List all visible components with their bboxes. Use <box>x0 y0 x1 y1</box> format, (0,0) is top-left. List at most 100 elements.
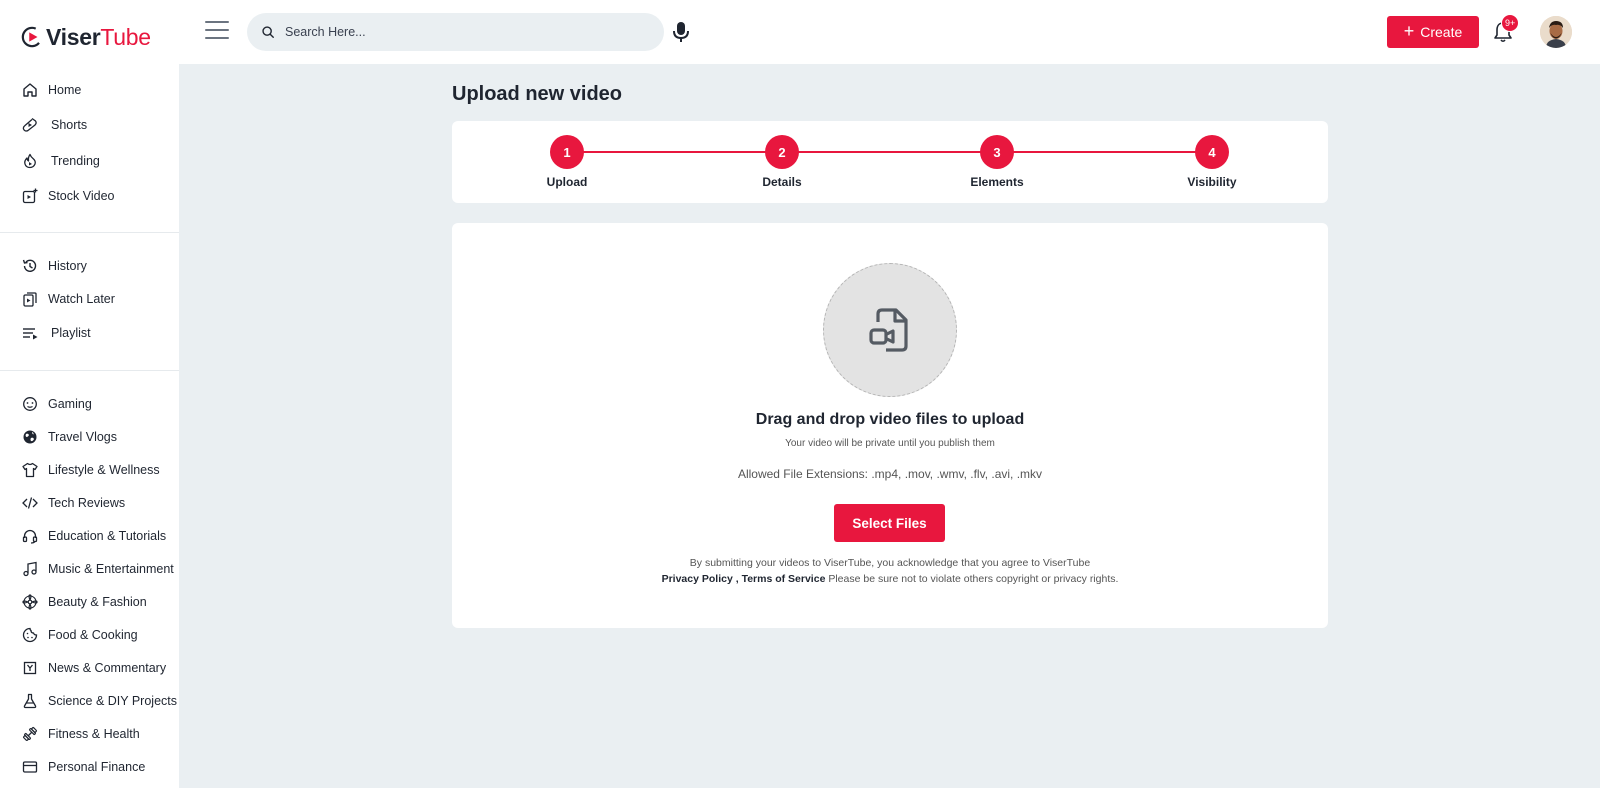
legal-notice-line2: Privacy Policy , Terms of Service Please… <box>452 573 1328 585</box>
privacy-policy-link[interactable]: Privacy Policy <box>662 573 733 585</box>
sidebar-item-label: Watch Later <box>48 292 115 306</box>
cookie-icon <box>22 627 38 643</box>
sidebar-item-watch-later[interactable]: Watch Later <box>0 284 179 314</box>
sidebar: Home Shorts Trending Stock Video History… <box>0 64 179 788</box>
music-icon <box>22 561 38 577</box>
sidebar-item-stock-video[interactable]: Stock Video <box>0 181 179 211</box>
flask-icon <box>22 693 38 709</box>
create-button-label: Create <box>1420 24 1463 40</box>
avatar-image <box>1540 16 1572 48</box>
top-header: ViserTube + Create 9+ <box>0 0 1600 64</box>
user-avatar[interactable] <box>1540 16 1572 48</box>
sidebar-item-fitness-health[interactable]: Fitness & Health <box>0 719 179 749</box>
menu-toggle-icon[interactable] <box>205 21 229 43</box>
sidebar-item-label: Tech Reviews <box>48 496 126 510</box>
sidebar-divider <box>0 370 179 371</box>
step-2-label: Details <box>762 175 802 189</box>
globe-icon <box>22 429 38 445</box>
terms-of-service-link[interactable]: Terms of Service <box>742 573 826 585</box>
sidebar-item-lifestyle-wellness[interactable]: Lifestyle & Wellness <box>0 455 179 485</box>
sidebar-item-science-diy[interactable]: Science & DIY Projects <box>0 686 179 716</box>
step-3-circle[interactable]: 3 <box>980 135 1014 169</box>
step-2-circle[interactable]: 2 <box>765 135 799 169</box>
sidebar-item-label: Gaming <box>48 397 92 411</box>
flower-icon <box>22 594 38 610</box>
plus-icon: + <box>1403 21 1415 41</box>
sidebar-item-home[interactable]: Home <box>0 75 179 105</box>
logo-text-tube: Tube <box>100 23 151 50</box>
sidebar-item-label: Education & Tutorials <box>48 529 167 543</box>
step-3-label: Elements <box>970 175 1024 189</box>
upload-card: Drag and drop video files to upload Your… <box>452 223 1328 628</box>
watch-later-icon <box>22 291 38 307</box>
headset-icon <box>22 528 38 544</box>
playlist-icon <box>22 325 38 341</box>
search-input[interactable] <box>285 25 645 39</box>
sidebar-item-label: Personal Finance <box>48 760 146 774</box>
shorts-icon <box>22 117 38 133</box>
sidebar-item-beauty-fashion[interactable]: Beauty & Fashion <box>0 587 179 617</box>
code-icon <box>22 495 38 511</box>
sidebar-item-history[interactable]: History <box>0 251 179 281</box>
sidebar-item-shorts[interactable]: Shorts <box>0 110 179 140</box>
sidebar-item-label: Shorts <box>51 118 88 132</box>
gaming-icon <box>22 396 38 412</box>
step-4-circle[interactable]: 4 <box>1195 135 1229 169</box>
sidebar-item-label: Science & DIY Projects <box>48 694 177 708</box>
drop-zone[interactable] <box>823 263 957 397</box>
select-files-button[interactable]: Select Files <box>834 504 945 542</box>
allowed-extensions: Allowed File Extensions: .mp4, .mov, .wm… <box>737 467 1043 481</box>
page-title: Upload new video <box>452 83 623 105</box>
step-4-label: Visibility <box>1187 175 1237 189</box>
sidebar-item-label: History <box>48 259 87 273</box>
sidebar-item-food-cooking[interactable]: Food & Cooking <box>0 620 179 650</box>
sidebar-item-label: Trending <box>51 154 100 168</box>
search-icon <box>262 26 274 38</box>
sidebar-item-playlist[interactable]: Playlist <box>0 318 179 348</box>
shirt-icon <box>22 462 38 478</box>
step-1-label: Upload <box>546 175 588 189</box>
stepper-progress-line <box>569 151 1214 153</box>
legal-notice-line1: By submitting your videos to ViserTube, … <box>689 557 1091 569</box>
stock-video-icon <box>22 188 38 204</box>
sidebar-item-personal-finance[interactable]: Personal Finance <box>0 752 179 782</box>
sidebar-item-label: Home <box>48 83 82 97</box>
sidebar-item-news-commentary[interactable]: News & Commentary <box>0 653 179 683</box>
dumbbell-icon <box>22 726 38 742</box>
upload-subtitle: Your video will be private until you pub… <box>785 438 995 449</box>
sidebar-item-travel-vlogs[interactable]: Travel Vlogs <box>0 422 179 452</box>
legal-separator: , <box>735 573 739 585</box>
sidebar-item-label: Food & Cooking <box>48 628 138 642</box>
home-icon <box>22 82 38 98</box>
upload-stepper: 1 Upload 2 Details 3 Elements 4 Visibili… <box>452 121 1328 203</box>
logo-text-viser: Viser <box>46 23 101 50</box>
sidebar-item-education-tutorials[interactable]: Education & Tutorials <box>0 521 179 551</box>
sidebar-item-label: Beauty & Fashion <box>48 595 147 609</box>
sidebar-item-gaming[interactable]: Gaming <box>0 389 179 419</box>
logo[interactable]: ViserTube <box>21 22 151 52</box>
sidebar-item-label: News & Commentary <box>48 661 167 675</box>
notification-badge: 9+ <box>1501 14 1520 32</box>
sidebar-item-trending[interactable]: Trending <box>0 146 179 176</box>
microphone-icon[interactable] <box>672 21 690 43</box>
news-icon <box>22 660 38 676</box>
legal-tail-text: Please be sure not to violate others cop… <box>828 573 1119 585</box>
search-bar <box>247 13 664 51</box>
sidebar-item-music-entertainment[interactable]: Music & Entertainment <box>0 554 179 584</box>
trending-icon <box>22 153 38 169</box>
create-button[interactable]: + Create <box>1387 16 1479 48</box>
sidebar-item-label: Travel Vlogs <box>48 430 118 444</box>
sidebar-item-label: Playlist <box>51 326 91 340</box>
sidebar-item-label: Lifestyle & Wellness <box>48 463 160 477</box>
sidebar-divider <box>0 232 179 233</box>
card-icon <box>22 759 38 775</box>
sidebar-item-label: Fitness & Health <box>48 727 140 741</box>
sidebar-item-label: Stock Video <box>48 189 115 203</box>
video-file-icon <box>869 308 908 352</box>
upload-title: Drag and drop video files to upload <box>755 411 1025 428</box>
history-icon <box>22 258 38 274</box>
sidebar-item-tech-reviews[interactable]: Tech Reviews <box>0 488 179 518</box>
sidebar-item-label: Music & Entertainment <box>48 562 174 576</box>
step-1-circle[interactable]: 1 <box>550 135 584 169</box>
play-logo-icon <box>21 26 43 48</box>
